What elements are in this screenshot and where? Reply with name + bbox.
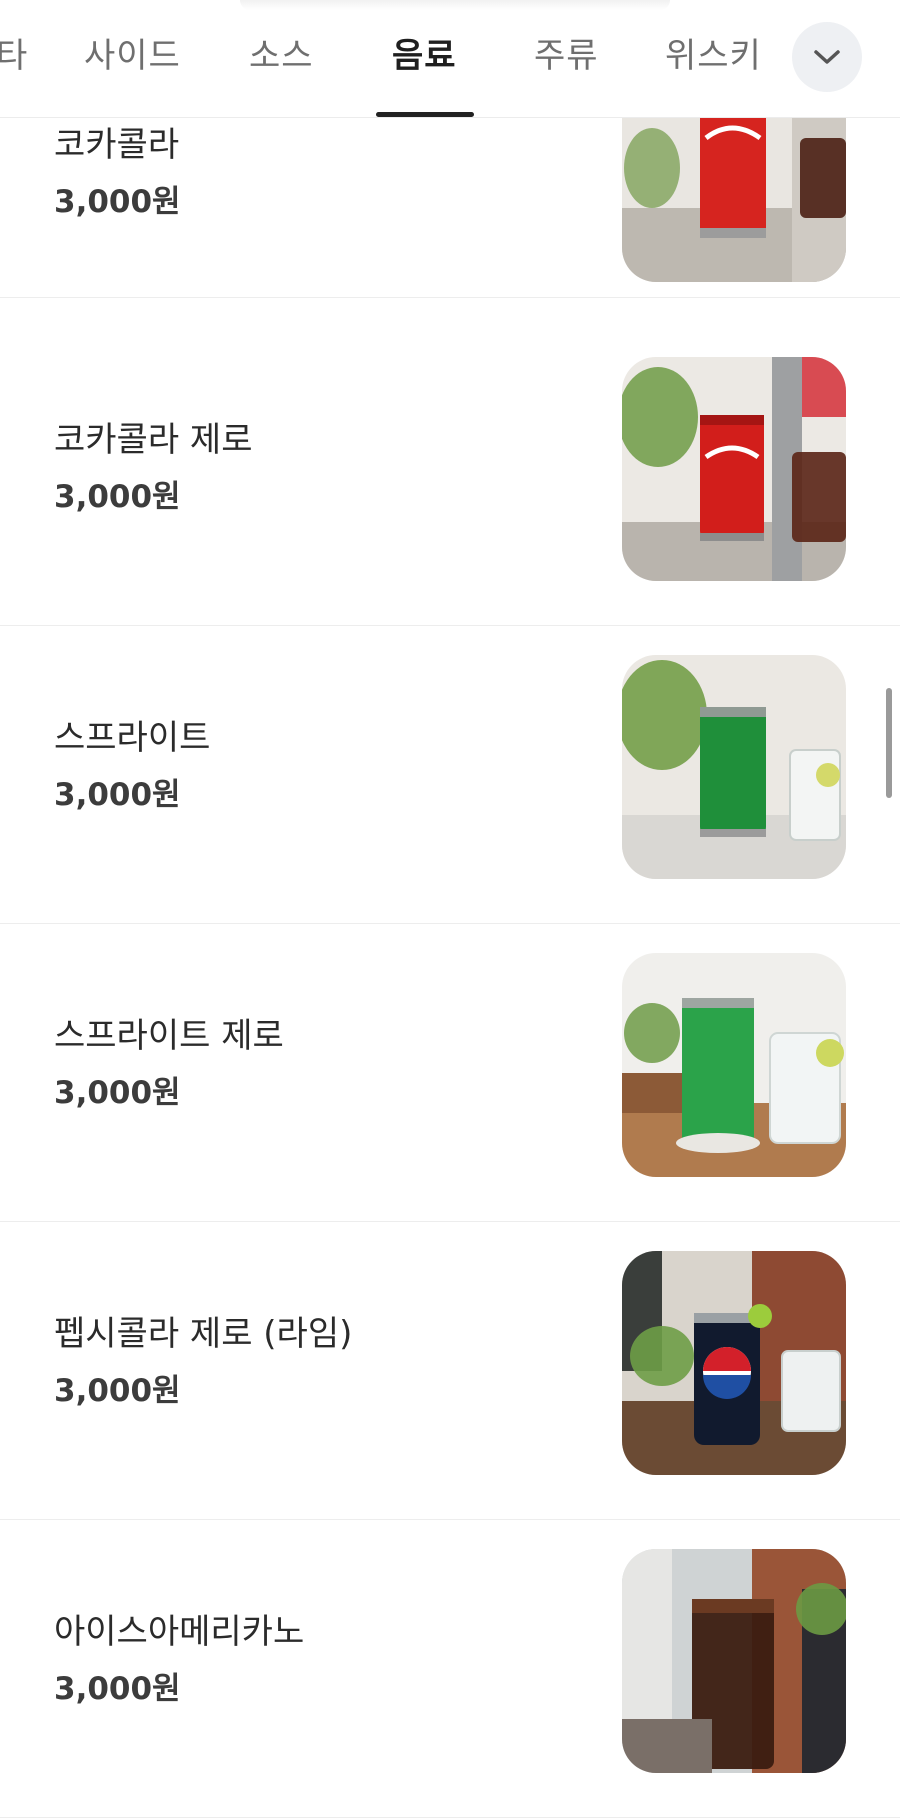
item-name: 펩시콜라 제로 (라임) [54, 1314, 353, 1354]
item-price: 3,000원 [54, 1075, 181, 1111]
menu-item-pepsi-zero-lime[interactable]: 펩시콜라 제로 (라임) 3,000원 [0, 1222, 900, 1520]
item-name: 코카콜라 제로 [54, 420, 253, 460]
item-name: 스프라이트 [54, 718, 211, 758]
category-tab-bar: 타 사이드 소스 음료 주류 위스키 [0, 0, 900, 118]
tab-drinks[interactable]: 음료 [392, 28, 457, 77]
item-price: 3,000원 [54, 1671, 181, 1707]
scrollbar-thumb[interactable] [886, 688, 892, 798]
item-price: 3,000원 [54, 777, 181, 813]
item-name: 아이스아메리카노 [54, 1612, 305, 1652]
menu-item-coca-cola-zero[interactable]: 코카콜라 제로 3,000원 [0, 328, 900, 626]
coca-cola-zero-can-photo [622, 357, 846, 581]
menu-item-sprite[interactable]: 스프라이트 3,000원 [0, 626, 900, 924]
tab-partial[interactable]: 타 [0, 28, 28, 77]
top-edge-shadow [240, 0, 670, 10]
menu-item-iced-americano[interactable]: 아이스아메리카노 3,000원 [0, 1520, 900, 1818]
more-categories-button[interactable] [792, 22, 862, 92]
tab-whisky[interactable]: 위스키 [665, 28, 762, 77]
menu-item-sprite-zero[interactable]: 스프라이트 제로 3,000원 [0, 924, 900, 1222]
chevron-down-icon [814, 50, 840, 64]
tab-sauce[interactable]: 소스 [249, 28, 314, 77]
iced-americano-photo [622, 1549, 846, 1773]
item-price: 3,000원 [54, 184, 181, 220]
sprite-can-photo [622, 655, 846, 879]
pepsi-zero-lime-can-photo [622, 1251, 846, 1475]
item-name: 코카콜라 [54, 125, 180, 165]
tab-alcohol[interactable]: 주류 [534, 28, 599, 77]
item-price: 3,000원 [54, 479, 181, 515]
active-tab-indicator [376, 112, 474, 117]
item-name: 스프라이트 제로 [54, 1016, 284, 1056]
item-price: 3,000원 [54, 1373, 181, 1409]
tab-side[interactable]: 사이드 [84, 28, 181, 77]
sprite-zero-can-photo [622, 953, 846, 1177]
